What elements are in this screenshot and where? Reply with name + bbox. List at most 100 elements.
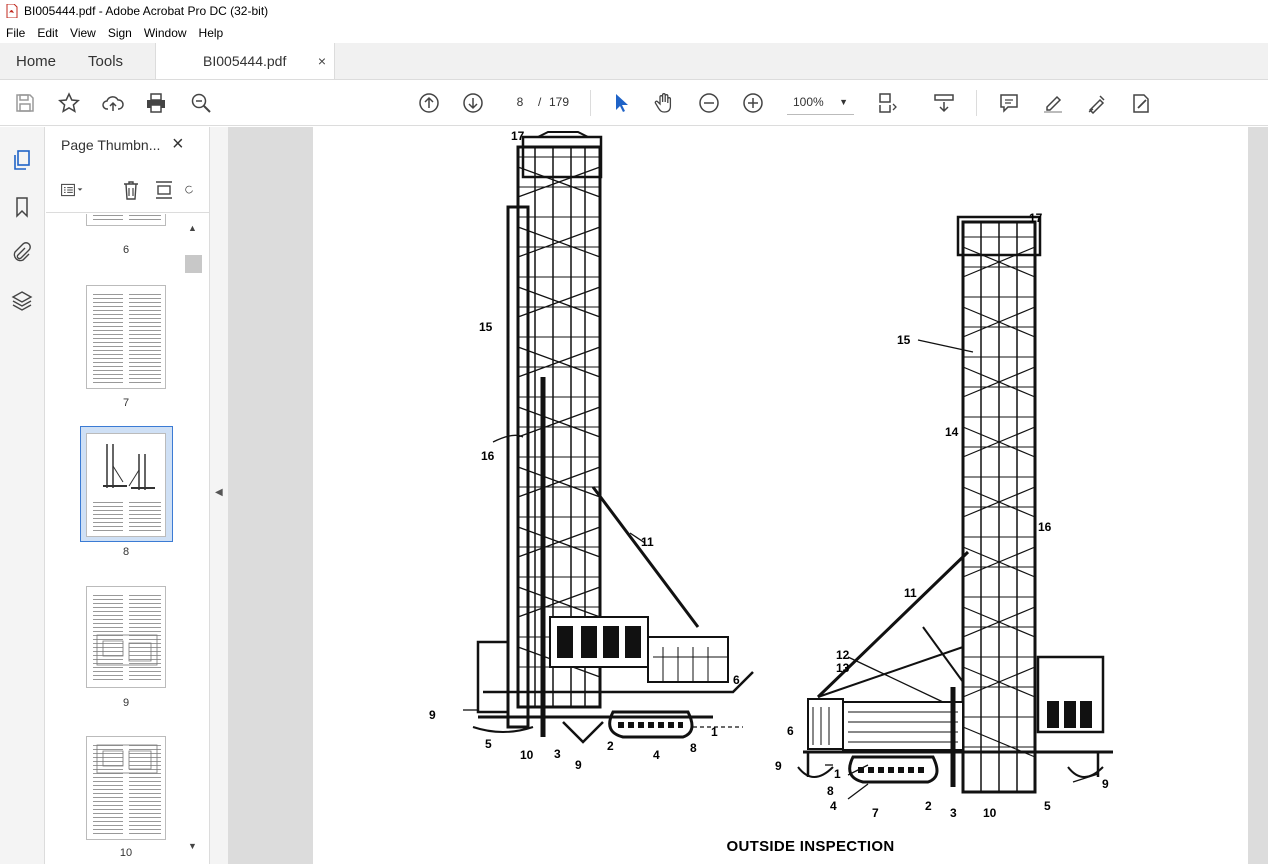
select-cursor-icon[interactable] — [609, 91, 633, 115]
right-drill-rig-drawing — [797, 215, 1113, 794]
menu-sign[interactable]: Sign — [102, 26, 138, 40]
insert-page-icon[interactable] — [152, 179, 176, 201]
thumbnail-page-label: 9 — [122, 697, 130, 709]
tab-document[interactable]: BI005444.pdf × — [155, 43, 336, 79]
page-separator: / — [538, 95, 542, 109]
callout-label: 11 — [641, 535, 654, 549]
menu-help[interactable]: Help — [193, 26, 230, 40]
callout-label: 9 — [575, 758, 582, 772]
toolbar-divider — [976, 90, 977, 116]
window-title: BI005444.pdf - Adobe Acrobat Pro DC (32-… — [24, 4, 269, 18]
page-thumbnail[interactable] — [86, 586, 166, 688]
callout-label: 14 — [945, 425, 959, 439]
previous-page-icon[interactable] — [417, 91, 441, 115]
hand-tool-icon[interactable] — [653, 91, 677, 115]
page-thumbnail[interactable] — [86, 214, 166, 226]
tab-document-label: BI005444.pdf — [203, 53, 287, 69]
drill-rig-illustration — [463, 131, 1113, 800]
menu-edit[interactable]: Edit — [31, 26, 64, 40]
tab-bar: Home Tools BI005444.pdf × — [0, 43, 1268, 80]
callout-label: 6 — [787, 724, 794, 738]
page-thumbnail[interactable] — [86, 433, 166, 537]
tab-close-icon[interactable]: × — [318, 53, 326, 69]
scroll-mode-icon[interactable] — [932, 91, 956, 115]
document-viewport[interactable]: 17 15 16 11 6 9 5 10 3 2 9 4 8 1 17 15 1… — [228, 127, 1268, 864]
highlight-pen-icon[interactable] — [1041, 91, 1065, 115]
callout-label: 3 — [950, 806, 957, 820]
zoom-in-icon[interactable] — [741, 91, 765, 115]
callout-label: 10 — [983, 806, 997, 820]
fit-page-icon[interactable] — [876, 91, 900, 115]
menu-window[interactable]: Window — [138, 26, 193, 40]
callout-label: 9 — [429, 708, 436, 722]
bookmark-star-icon[interactable] — [57, 91, 81, 115]
zoom-search-icon[interactable] — [189, 91, 213, 115]
bookmarks-icon[interactable] — [10, 195, 34, 219]
callout-label: 6 — [733, 673, 740, 687]
menu-file[interactable]: File — [0, 26, 31, 40]
callout-label: 10 — [520, 748, 534, 762]
panel-title: Page Thumbn... — [61, 137, 161, 153]
more-tools-icon[interactable] — [1129, 91, 1153, 115]
tab-tools[interactable]: Tools — [72, 43, 139, 79]
thumbnail-page-label: 7 — [122, 397, 130, 409]
panel-toolbar — [46, 167, 210, 213]
callout-label: 2 — [925, 799, 932, 813]
page-thumbnails-icon[interactable] — [10, 148, 34, 172]
next-page-icon[interactable] — [461, 91, 485, 115]
zoom-level-value: 100% — [793, 95, 824, 109]
thumbnail-page-label: 6 — [122, 244, 130, 256]
print-icon[interactable] — [144, 91, 168, 115]
callout-label: 11 — [904, 586, 917, 600]
page-thumbnail[interactable] — [86, 285, 166, 389]
panel-close-icon[interactable]: × — [172, 133, 184, 156]
scrollbar-thumb[interactable] — [185, 255, 202, 273]
menu-view[interactable]: View — [64, 26, 102, 40]
callout-label: 9 — [775, 759, 782, 773]
tab-home[interactable]: Home — [0, 43, 72, 79]
chevron-down-icon: ▼ — [839, 97, 848, 107]
callout-label: 15 — [479, 320, 493, 334]
scroll-up-icon[interactable]: ▲ — [188, 223, 197, 233]
callout-label: 3 — [554, 747, 561, 761]
panel-collapse-handle[interactable]: ◀ — [210, 127, 228, 864]
callout-label: 2 — [607, 739, 614, 753]
callout-label: 16 — [1038, 520, 1052, 534]
zoom-out-icon[interactable] — [697, 91, 721, 115]
callout-label: 1 — [711, 725, 718, 739]
comment-icon[interactable] — [997, 91, 1021, 115]
callout-label: 5 — [485, 737, 492, 751]
page-thumbnails-panel: Page Thumbn... × 6 7 8 9 10 ▲ ▼ — [46, 127, 210, 864]
save-icon[interactable] — [13, 91, 37, 115]
thumbnail-options-icon[interactable] — [60, 179, 84, 201]
left-leader-lines — [463, 434, 743, 728]
callout-label: 12 — [836, 648, 850, 662]
callout-label: 17 — [1029, 211, 1043, 225]
thumbnail-page-label: 8 — [122, 546, 130, 558]
delete-page-icon[interactable] — [119, 179, 143, 201]
callout-label: 7 — [872, 806, 879, 820]
layers-icon[interactable] — [10, 289, 34, 313]
callout-label: 4 — [653, 748, 660, 762]
draw-sign-icon[interactable] — [1085, 91, 1109, 115]
rotate-page-icon[interactable] — [184, 179, 194, 201]
toolbar-divider — [590, 90, 591, 116]
callout-label: 9 — [1102, 777, 1109, 791]
thumbnail-scrollbar[interactable]: ▲ ▼ — [185, 217, 202, 857]
callout-label: 1 — [834, 767, 841, 781]
page-thumbnail[interactable] — [86, 736, 166, 840]
figure-caption: OUTSIDE INSPECTION — [726, 838, 895, 855]
attachments-icon[interactable] — [10, 241, 34, 265]
collapse-left-icon[interactable]: ◀ — [215, 487, 223, 498]
callout-label: 4 — [830, 799, 837, 813]
scroll-down-icon[interactable]: ▼ — [188, 841, 197, 851]
cloud-upload-icon[interactable] — [101, 91, 125, 115]
callout-label: 13 — [836, 661, 850, 675]
page-number-input[interactable]: 8 — [505, 91, 535, 113]
zoom-level-select[interactable]: 100% ▼ — [787, 91, 854, 115]
thumbnail-list: 6 7 8 9 10 — [46, 214, 186, 864]
left-navigation-rail — [0, 127, 45, 864]
menu-bar: File Edit View Sign Window Help — [0, 22, 1268, 43]
callout-label: 8 — [827, 784, 834, 798]
callout-label: 16 — [481, 449, 495, 463]
